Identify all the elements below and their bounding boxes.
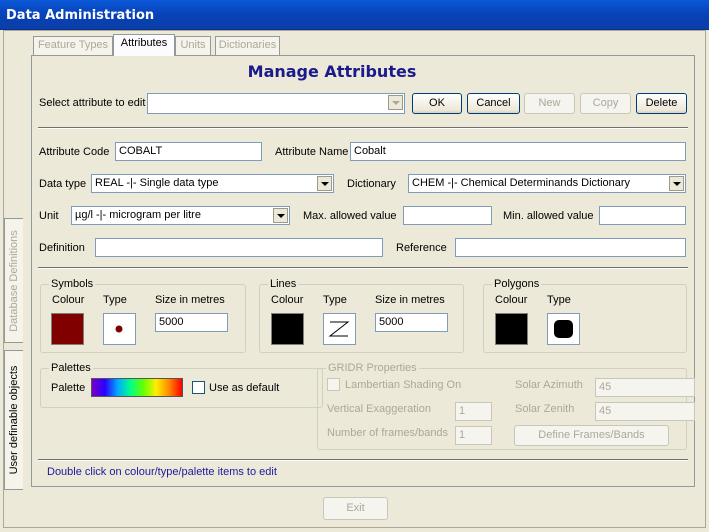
edit-hint-text: Double click on colour/type/palette item… [47,466,277,478]
min-allowed-label: Min. allowed value [503,210,594,222]
solar-azimuth-input[interactable]: 45 [595,378,695,397]
divider [38,127,688,129]
palettes-legend: Palettes [49,362,93,374]
palette-label: Palette [51,382,86,394]
lines-type-label: Type [323,294,347,306]
frames-bands-label: Number of frames/bands [327,427,449,439]
polygon-shape-icon [554,320,573,338]
vertical-exaggeration-label: Vertical Exaggeration [327,403,431,415]
polygons-legend: Polygons [492,278,542,290]
copy-button[interactable]: Copy [580,93,631,114]
solar-zenith-label: Solar Zenith [515,403,575,415]
max-allowed-label: Max. allowed value [303,210,397,222]
polygons-colour-label: Colour [495,294,528,306]
lambertian-shading-label: Lambertian Shading On [345,379,462,391]
side-tab-user-definable-objects[interactable]: User definable objects [4,350,23,490]
definition-input[interactable] [95,238,383,257]
exit-button[interactable]: Exit [323,497,388,520]
chevron-down-icon[interactable] [273,208,288,223]
symbols-legend: Symbols [49,278,96,290]
lines-size-input[interactable]: 5000 [375,313,448,332]
data-type-value: REAL -|- Single data type [95,177,219,189]
lines-type-box[interactable] [323,313,356,345]
data-type-dropdown[interactable]: REAL -|- Single data type [91,174,334,193]
data-type-label: Data type [39,178,87,190]
use-as-default-label: Use as default [209,382,280,394]
unit-label: Unit [39,210,59,222]
symbols-size-input[interactable]: 5000 [155,313,228,332]
divider [38,459,688,461]
max-allowed-input[interactable] [403,206,492,225]
side-tab-label: Database Definitions [8,229,20,332]
select-attribute-label: Select attribute to edit [39,97,146,109]
window-title: Data Administration [6,8,155,23]
min-allowed-input[interactable] [599,206,686,225]
vertical-exaggeration-input[interactable]: 1 [455,402,492,421]
palette-gradient-swatch[interactable] [91,378,183,397]
divider [38,267,688,269]
unit-value: µg/l -|- microgram per litre [75,209,201,221]
symbols-type-box[interactable] [103,313,136,345]
new-button[interactable]: New [524,93,575,114]
symbols-colour-swatch[interactable] [51,313,84,345]
chevron-down-icon[interactable] [669,176,684,191]
attribute-code-input[interactable]: COBALT [115,142,262,161]
frames-bands-input[interactable]: 1 [455,426,492,445]
dictionary-label: Dictionary [347,178,396,190]
polygons-colour-swatch[interactable] [495,313,528,345]
lines-colour-swatch[interactable] [271,313,304,345]
reference-input[interactable] [455,238,686,257]
attribute-name-input[interactable]: Cobalt [350,142,686,161]
gridr-legend: GRIDR Properties [326,362,419,374]
define-frames-bands-button[interactable]: Define Frames/Bands [514,425,669,446]
line-style-icon [328,321,350,337]
side-tab-database-definitions[interactable]: Database Definitions [4,218,23,343]
delete-button[interactable]: Delete [636,93,687,114]
cancel-button[interactable]: Cancel [467,93,520,114]
attribute-name-label: Attribute Name [275,146,349,158]
polygons-type-box[interactable] [547,313,580,345]
solar-zenith-input[interactable]: 45 [595,402,695,421]
dictionary-dropdown[interactable]: CHEM -|- Chemical Determinands Dictionar… [408,174,686,193]
symbols-colour-label: Colour [52,294,85,306]
select-attribute-dropdown[interactable] [147,93,405,114]
lines-legend: Lines [268,278,299,290]
attribute-code-label: Attribute Code [39,146,110,158]
dictionary-value: CHEM -|- Chemical Determinands Dictionar… [412,177,631,189]
lambertian-shading-checkbox[interactable] [327,378,340,391]
use-as-default-checkbox[interactable] [192,381,205,394]
chevron-down-icon[interactable] [388,95,403,110]
symbols-type-label: Type [103,294,127,306]
side-tab-label: User definable objects [8,365,20,475]
tab-attributes[interactable]: Attributes [113,34,175,56]
chevron-down-icon[interactable] [317,176,332,191]
tab-dictionaries[interactable]: Dictionaries [215,36,280,55]
tab-feature-types[interactable]: Feature Types [33,36,113,55]
unit-dropdown[interactable]: µg/l -|- microgram per litre [71,206,290,225]
solar-azimuth-label: Solar Azimuth [515,379,583,391]
dot-symbol-icon [115,325,123,333]
reference-label: Reference [396,242,447,254]
symbols-size-label: Size in metres [155,294,225,306]
page-title: Manage Attributes [247,62,417,81]
lines-size-label: Size in metres [375,294,445,306]
polygons-type-label: Type [547,294,571,306]
tab-units[interactable]: Units [175,36,211,55]
ok-button[interactable]: OK [412,93,462,114]
lines-colour-label: Colour [271,294,304,306]
title-bar: Data Administration [0,0,709,30]
definition-label: Definition [39,242,85,254]
